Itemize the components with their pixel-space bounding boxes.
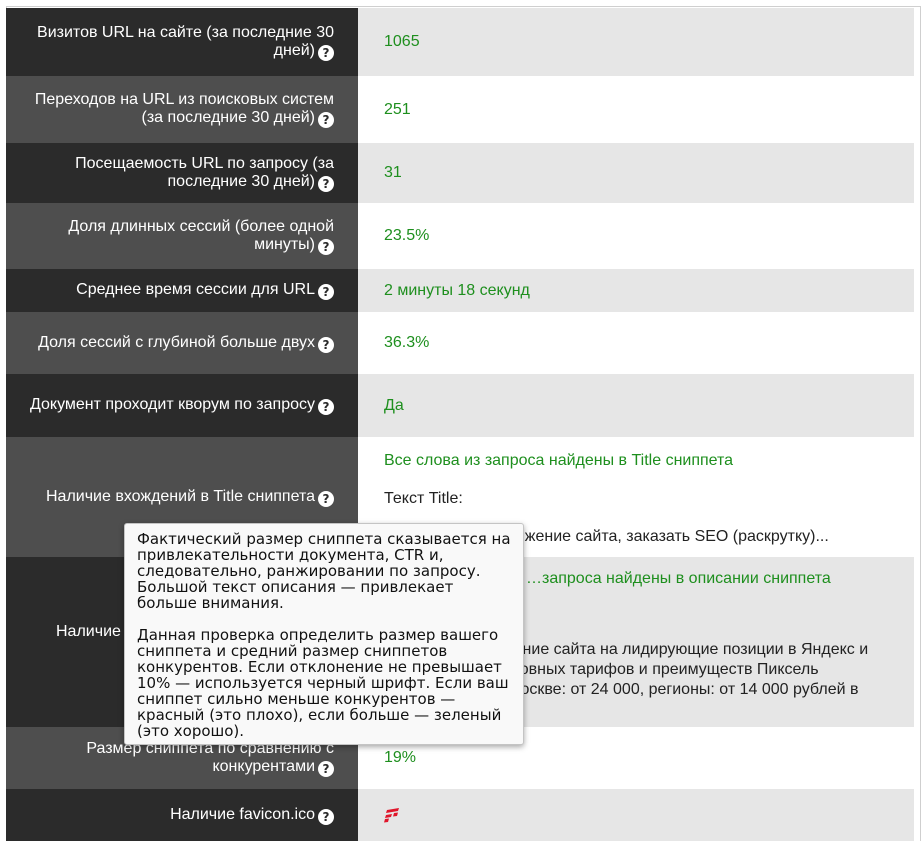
table-row: Посещаемость URL по запросу (за последни… [6,143,914,203]
row-value: 1065 [358,8,914,76]
description-status: …запроса найдены в описании сниппета [526,570,831,587]
row-label: Наличие favicon.ico? [6,789,358,841]
table-row: Визитов URL на сайте (за последние 30 дн… [6,8,914,76]
row-label: Доля длинных сессий (более одной минуты)… [6,203,358,269]
table-row: Документ проходит кворум по запросу? Да [6,374,914,437]
row-value [358,789,914,841]
row-value: Да [358,374,914,437]
description-text-line: …основных тарифов и преимуществ Пиксель [478,661,819,678]
row-label-text: Среднее время сессии для URL [76,281,315,298]
row-label: Переходов на URL из поисковых систем (за… [6,76,358,143]
description-text-line: …в Москве: от 24 000, регионы: от 14 000… [478,681,859,698]
table-row: Переходов на URL из поисковых систем (за… [6,76,914,143]
question-circle-icon[interactable]: ? [318,399,334,415]
row-label: Посещаемость URL по запросу (за последни… [6,143,358,203]
row-label: Документ проходит кворум по запросу? [6,374,358,437]
question-circle-icon[interactable]: ? [318,175,334,192]
title-text-label: Текст Title: [384,490,463,507]
tooltip-paragraph: Данная проверка определить размер вашего… [137,626,509,740]
row-label: Среднее время сессии для URL? [6,269,358,312]
question-circle-icon[interactable]: ? [318,760,334,777]
title-text: …движение сайта, заказать SEO (раскрутку… [482,528,829,545]
question-circle-icon[interactable]: ? [318,336,334,353]
row-label-text: Доля длинных сессий (более одной минуты) [68,217,334,253]
row-value: 36.3% [358,312,914,374]
table-row: Доля сессий с глубиной больше двух? 36.3… [6,312,914,374]
title-status: Все слова из запроса найдены в Title сни… [384,452,734,469]
row-label: Доля сессий с глубиной больше двух? [6,312,358,374]
question-circle-icon[interactable]: ? [318,112,334,128]
table-row: Доля длинных сессий (более одной минуты)… [6,203,914,269]
row-label-text: Документ проходит кворум по запросу [29,396,315,413]
row-label-text: Визитов URL на сайте (за последние 30 дн… [37,23,334,59]
row-label-text: Доля сессий с глубиной больше двух [38,333,315,351]
table-row: Среднее время сессии для URL? 2 минуты 1… [6,269,914,312]
description-text-line: …ижение сайта на лидирующие позиции в Ян… [478,641,869,658]
question-circle-icon[interactable]: ? [318,284,334,300]
row-label-text: Посещаемость URL по запросу (за последни… [75,154,334,190]
question-circle-icon[interactable]: ? [318,238,334,255]
row-label-text: Переходов на URL из поисковых систем (за… [34,91,334,126]
row-value: 23.5% [358,203,914,269]
table-row: Наличие favicon.ico? [6,789,914,841]
favicon-icon [384,807,400,823]
row-value: 31 [358,143,914,203]
question-circle-icon[interactable]: ? [318,808,334,825]
row-value: 2 минуты 18 секунд [358,269,914,312]
row-value: 251 [358,76,914,143]
row-label-text: Наличие вхождений в Title сниппета [45,487,315,505]
help-tooltip: Фактический размер сниппета сказывается … [124,523,524,745]
tooltip-paragraph: Фактический размер сниппета сказывается … [137,530,511,612]
row-label-text: Наличие favicon.ico [170,805,315,823]
question-circle-icon[interactable]: ? [318,44,334,61]
row-label: Визитов URL на сайте (за последние 30 дн… [6,8,358,76]
question-circle-icon[interactable]: ? [318,490,334,507]
